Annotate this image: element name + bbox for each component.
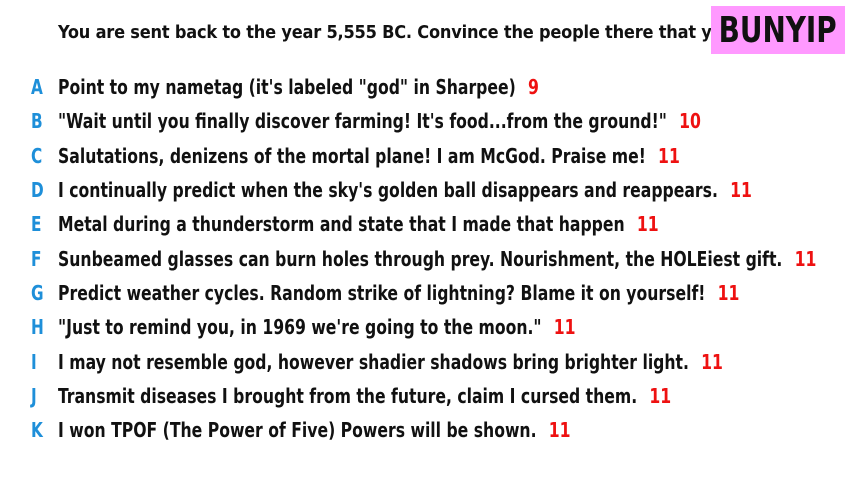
answer-row-d[interactable]: D I continually predict when the sky's g… [0, 173, 853, 207]
answer-text: Salutations, denizens of the mortal plan… [58, 143, 646, 168]
answer-text: I won TPOF (The Power of Five) Powers wi… [58, 418, 537, 443]
answer-text: Point to my nametag (it's labeled "god" … [58, 75, 516, 100]
answer-text: "Wait until you finally discover farming… [58, 109, 667, 134]
answer-letter: K [31, 418, 43, 443]
answer-letter: C [31, 143, 43, 168]
bunyip-logo: BUNYIP [711, 6, 845, 54]
answer-score: 10 [679, 109, 701, 134]
answer-score: 11 [548, 418, 571, 443]
answer-row-a[interactable]: A Point to my nametag (it's labeled "god… [0, 70, 853, 104]
answer-letter: F [31, 246, 42, 271]
answer-row-c[interactable]: C Salutations, denizens of the mortal pl… [0, 139, 853, 173]
answer-row-k[interactable]: K I won TPOF (The Power of Five) Powers … [0, 413, 853, 447]
answer-score: 11 [636, 212, 659, 237]
answer-row-i[interactable]: I I may not resemble god, however shadie… [0, 344, 853, 378]
answer-score: 11 [701, 349, 723, 374]
answer-text: I may not resemble god, however shadier … [58, 349, 689, 374]
answer-score: 11 [553, 315, 576, 340]
logo-text: BUNYIP [718, 9, 838, 51]
answer-score: 11 [717, 280, 740, 305]
answer-letter: I [31, 349, 37, 374]
answer-text: Sunbeamed glasses can burn holes through… [58, 246, 783, 271]
answer-letter: G [31, 280, 44, 305]
answer-text: Metal during a thunderstorm and state th… [58, 212, 625, 237]
answer-text: Transmit diseases I brought from the fut… [58, 383, 638, 408]
answer-row-b[interactable]: B "Wait until you finally discover farmi… [0, 104, 853, 138]
answer-score: 11 [649, 383, 672, 408]
answer-row-e[interactable]: E Metal during a thunderstorm and state … [0, 207, 853, 241]
answer-letter: H [31, 315, 44, 340]
answer-list: A Point to my nametag (it's labeled "god… [0, 70, 853, 447]
answer-letter: D [31, 178, 44, 203]
answer-score: 11 [794, 246, 817, 271]
answer-score: 11 [658, 143, 680, 168]
answer-row-j[interactable]: J Transmit diseases I brought from the f… [0, 379, 853, 413]
answer-letter: B [31, 109, 43, 134]
answer-row-h[interactable]: H "Just to remind you, in 1969 we're goi… [0, 310, 853, 344]
answer-score: 11 [730, 178, 752, 203]
answer-score: 9 [527, 75, 539, 100]
prompt-text: You are sent back to the year 5,555 BC. … [58, 22, 819, 43]
answer-letter: J [31, 383, 37, 408]
answer-text: Predict weather cycles. Random strike of… [58, 280, 706, 305]
answer-text: "Just to remind you, in 1969 we're going… [58, 315, 542, 340]
answer-letter: E [31, 212, 42, 237]
answer-row-g[interactable]: G Predict weather cycles. Random strike … [0, 276, 853, 310]
answer-text: I continually predict when the sky's gol… [58, 178, 718, 203]
answer-letter: A [31, 75, 43, 100]
answer-row-f[interactable]: F Sunbeamed glasses can burn holes throu… [0, 241, 853, 275]
